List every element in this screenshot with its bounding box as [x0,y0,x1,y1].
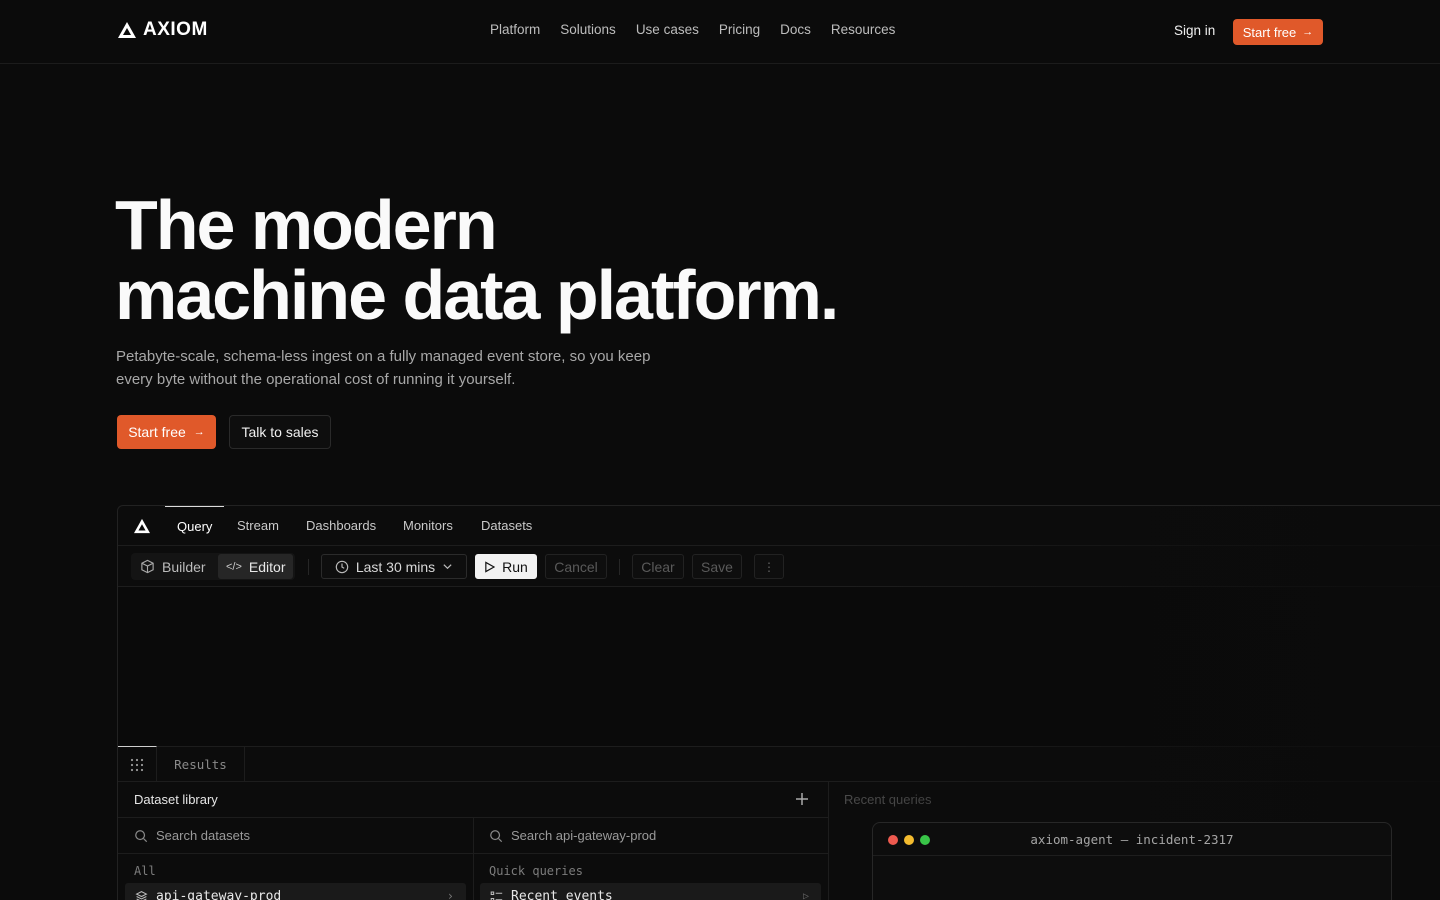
dataset-search-placeholder: Search datasets [156,828,250,843]
quick-query-item-label: Recent events [511,888,613,900]
tab-datasets[interactable]: Datasets [481,506,532,546]
results-bar: Results [118,746,1440,782]
hero-start-free-button[interactable]: Start free → [117,415,216,449]
hero-title: The modern machine data platform. [115,190,1015,330]
sign-in-link[interactable]: Sign in [1174,23,1215,38]
query-toolbar: Builder </> Editor Last 30 mins Run Canc… [118,546,1440,587]
nav-start-free-button[interactable]: Start free → [1233,19,1323,45]
arrow-right-icon: → [193,426,205,438]
toolbar-divider [308,559,309,575]
query-search-placeholder: Search api-gateway-prod [511,828,657,843]
grid-dots-icon [130,758,144,771]
terminal-title: axiom-agent — incident-2317 [1030,832,1234,847]
tab-query[interactable]: Query [165,506,225,546]
save-button[interactable]: Save [692,554,742,579]
brand-name: AXIOM [143,19,208,40]
play-icon: ▷ [802,890,809,900]
quick-queries-label: Quick queries [489,864,583,878]
cancel-button[interactable]: Cancel [545,554,607,579]
top-nav: AXIOM Platform Solutions Use cases Prici… [0,0,1440,64]
run-label: Run [502,558,528,575]
hero-start-free-label: Start free [128,424,186,440]
clock-icon [335,560,349,573]
agent-terminal-window: axiom-agent — incident-2317 [872,822,1392,900]
run-button[interactable]: Run [475,554,537,579]
hero-title-line-2: machine data platform. [115,256,839,334]
nav-link-solutions[interactable]: Solutions [560,22,616,37]
axiom-logo-icon [134,518,150,534]
list-icon [490,891,503,900]
dataset-search[interactable]: Search datasets [118,818,473,854]
mode-switch: Builder </> Editor [131,553,295,580]
editor-mode-button[interactable]: </> Editor [218,554,294,579]
dataset-library-title: Dataset library [134,792,218,807]
search-icon [135,829,148,842]
hero-title-line-1: The modern [115,186,498,264]
app-tab-bar: Query Stream Dashboards Monitors Dataset… [118,506,1440,546]
tab-dashboards[interactable]: Dashboards [306,506,376,546]
chevron-right-icon: › [446,889,454,900]
axiom-logo-icon [118,22,136,38]
editor-label: Editor [248,558,286,575]
clear-button[interactable]: Clear [632,554,684,579]
datasets-section-label: All [134,864,156,878]
query-search[interactable]: Search api-gateway-prod [473,818,828,854]
time-range-select[interactable]: Last 30 mins [321,554,467,579]
recent-queries-label: Recent queries [844,792,932,807]
query-editor[interactable] [118,587,1440,746]
nav-link-pricing[interactable]: Pricing [719,22,760,37]
nav-start-free-label: Start free [1242,24,1297,40]
terminal-title-bar: axiom-agent — incident-2317 [873,823,1391,856]
tab-monitors[interactable]: Monitors [403,506,453,546]
brand-logo[interactable]: AXIOM [117,19,208,41]
builder-mode-button[interactable]: Builder [132,554,214,579]
arrow-right-icon: → [1302,26,1314,38]
time-range-value: Last 30 mins [355,558,436,575]
column-divider [828,782,829,900]
main-nav-links: Platform Solutions Use cases Pricing Doc… [490,22,895,37]
nav-link-use-cases[interactable]: Use cases [636,22,699,37]
chevron-down-icon [443,564,452,570]
quick-query-item[interactable]: Recent events ▷ [480,883,821,900]
grid-view-button[interactable] [118,746,157,782]
talk-to-sales-button[interactable]: Talk to sales [229,415,331,449]
dataset-library-header: Dataset library [118,782,828,818]
toolbar-divider [619,559,620,575]
more-options-button[interactable]: ⋮ [754,554,784,579]
results-tab[interactable]: Results [157,747,245,782]
layers-icon [135,890,148,900]
more-vertical-icon: ⋮ [763,559,775,574]
dataset-item-label: api-gateway-prod [156,888,282,900]
nav-link-platform[interactable]: Platform [490,22,540,37]
search-icon [490,829,503,842]
hero-subtitle: Petabyte-scale, schema-less ingest on a … [116,348,651,388]
builder-label: Builder [162,558,206,575]
dataset-item[interactable]: api-gateway-prod › [125,883,466,900]
nav-link-resources[interactable]: Resources [831,22,896,37]
play-icon [485,560,496,573]
code-icon: </> [226,560,242,573]
add-icon[interactable] [792,789,812,809]
nav-link-docs[interactable]: Docs [780,22,811,37]
tab-stream[interactable]: Stream [237,506,279,546]
cube-icon [141,559,154,574]
